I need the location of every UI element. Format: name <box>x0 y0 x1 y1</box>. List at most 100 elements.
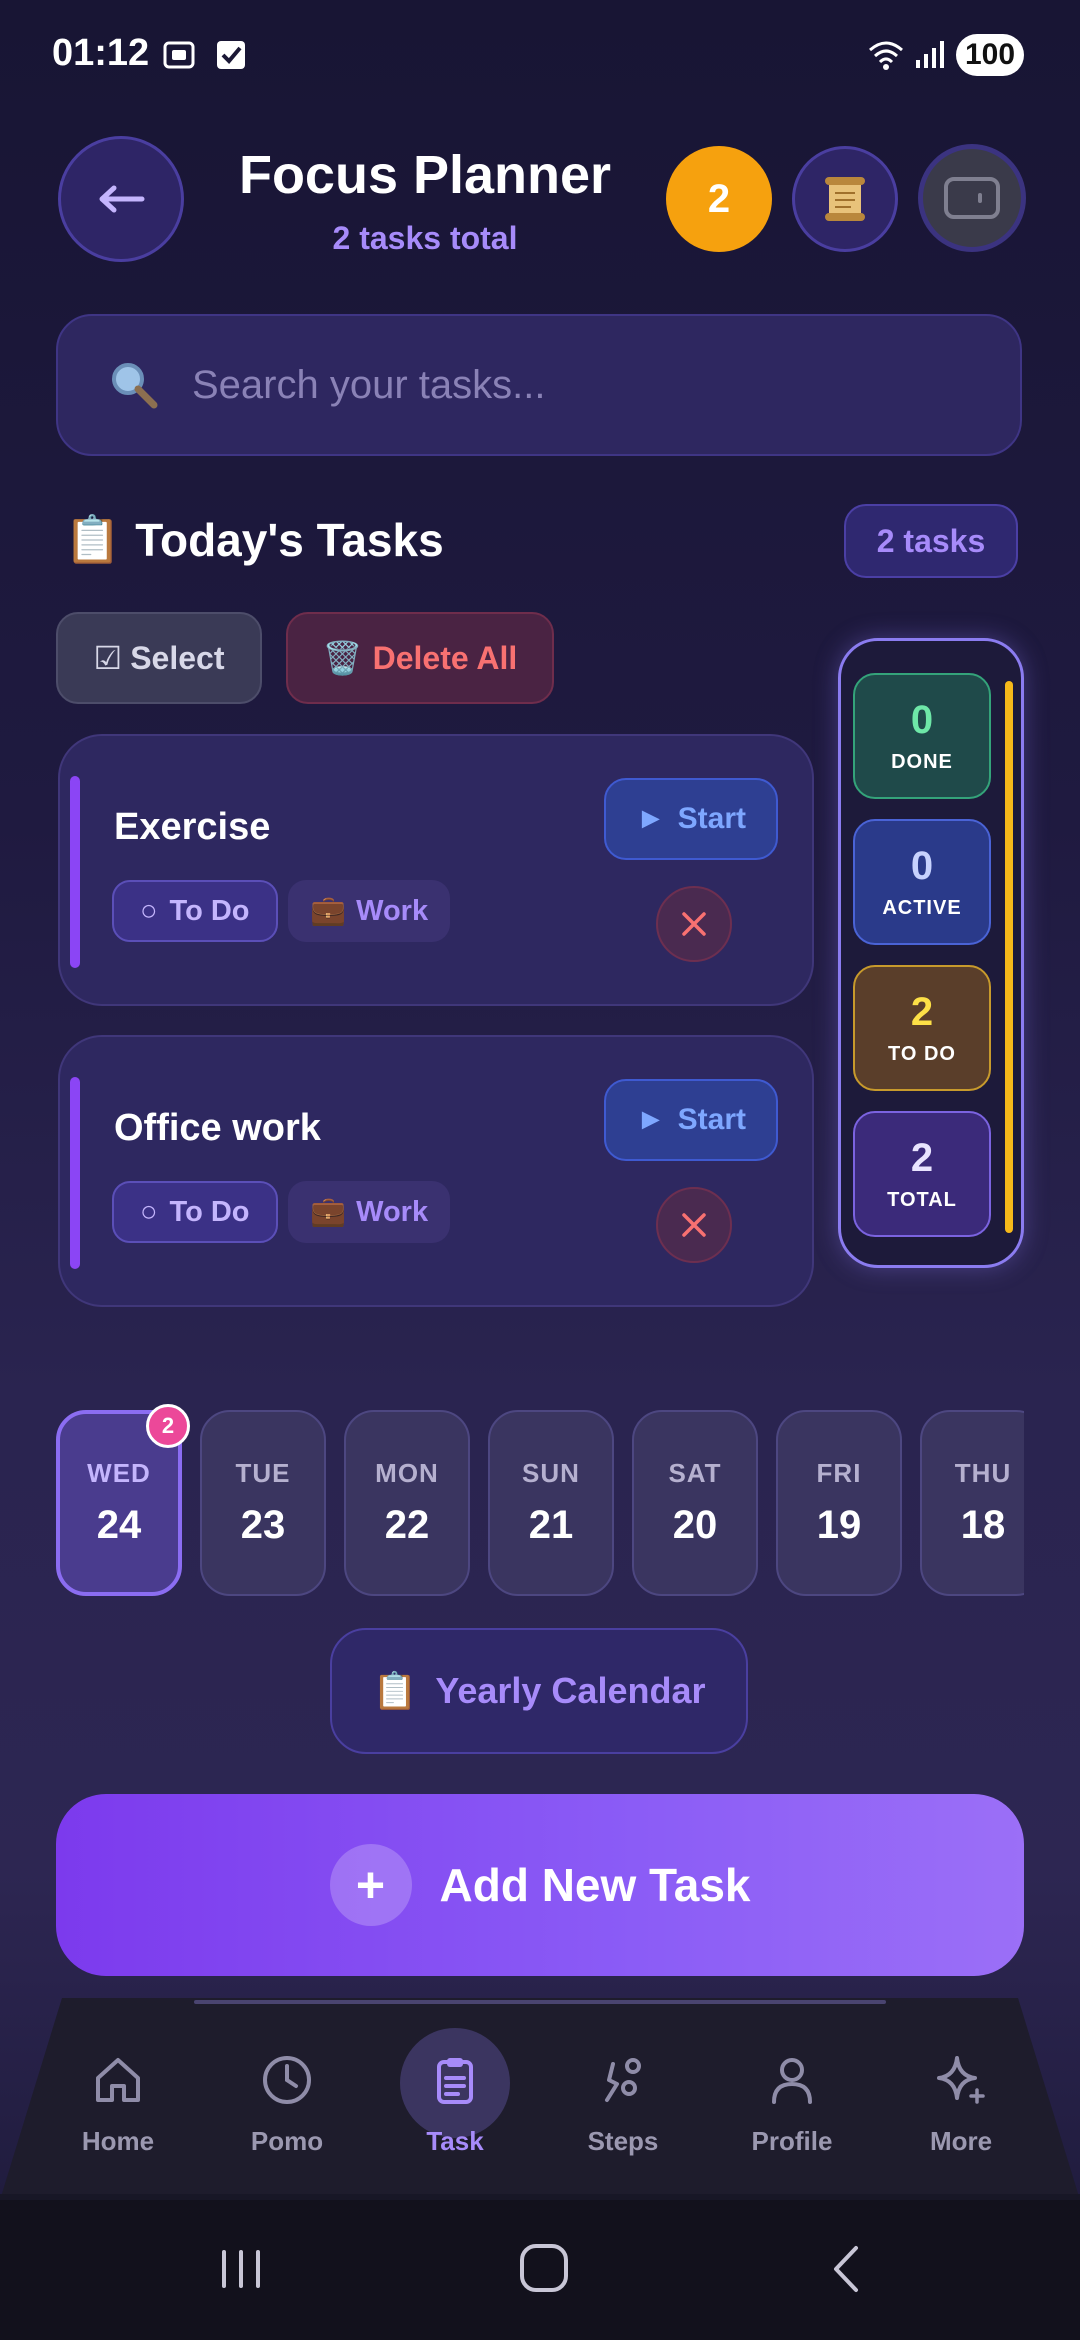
date-number: 20 <box>672 1503 718 1547</box>
home-icon <box>96 2058 140 2102</box>
play-icon: ► <box>635 802 666 835</box>
clock-icon <box>263 2056 311 2104</box>
close-icon <box>682 912 706 936</box>
circle-icon: ○ <box>140 1195 158 1228</box>
nav-item-pomo[interactable]: Pomo <box>212 2050 362 2190</box>
stat-label: TOTAL <box>887 1189 957 1211</box>
status-chip[interactable]: ○ To Do <box>112 1181 278 1243</box>
category-chip[interactable]: 💼 Work <box>288 1181 451 1243</box>
circle-icon: ○ <box>140 894 158 927</box>
nav-item-profile[interactable]: Profile <box>717 2050 867 2190</box>
stat-label: TO DO <box>888 1043 956 1065</box>
signal-icon <box>916 41 944 68</box>
sparkle-icon <box>937 2056 985 2104</box>
date-item[interactable]: MON 22 <box>344 1410 470 1596</box>
weekday-label: TUE <box>235 1458 291 1488</box>
weekday-label: MON <box>375 1458 439 1488</box>
search-input[interactable] <box>192 362 952 408</box>
home-system-icon[interactable] <box>516 2240 572 2296</box>
start-button[interactable]: ► Start <box>604 778 778 860</box>
status-label: To Do <box>169 1195 250 1228</box>
page-subtitle: 2 tasks total <box>332 220 518 256</box>
status-bar: 01:12 100 <box>0 0 1080 110</box>
tasks-count-pill: 2 tasks <box>844 504 1018 578</box>
date-number: 23 <box>240 1503 286 1547</box>
delete-all-label: Delete All <box>372 639 518 676</box>
back-system-icon[interactable] <box>822 2242 872 2296</box>
nav-item-task[interactable]: Task <box>380 2050 530 2190</box>
yearly-calendar-button[interactable]: 📋 Yearly Calendar <box>330 1628 748 1754</box>
delete-all-button[interactable]: 🗑️ Delete All <box>286 612 554 704</box>
stat-value: 0 <box>910 698 934 742</box>
date-number: 21 <box>528 1503 574 1547</box>
task-accent-bar <box>70 776 80 968</box>
nav-label: Home <box>81 2126 155 2156</box>
task-card[interactable]: Office work ○ To Do 💼 Work ► Start <box>58 1035 814 1307</box>
nav-item-home[interactable]: Home <box>43 2050 193 2190</box>
notes-button[interactable] <box>792 146 898 252</box>
remove-task-button[interactable] <box>656 1187 732 1263</box>
clipboard-emoji-icon: 📋 <box>64 513 122 565</box>
widget-button[interactable] <box>918 144 1026 252</box>
task-name: Office work <box>114 1107 321 1149</box>
stat-value: 2 <box>910 1136 934 1180</box>
tablet-icon <box>944 177 1000 219</box>
stat-done[interactable]: 0 DONE <box>853 673 991 799</box>
close-icon <box>682 1213 706 1237</box>
status-chip[interactable]: ○ To Do <box>112 880 278 942</box>
recents-icon[interactable] <box>216 2244 266 2294</box>
system-nav-bar <box>0 2200 1080 2340</box>
nav-item-steps[interactable]: Steps <box>548 2050 698 2190</box>
remove-task-button[interactable] <box>656 886 732 962</box>
status-label: To Do <box>169 894 250 927</box>
person-icon <box>772 2058 812 2104</box>
date-number: 19 <box>816 1503 862 1547</box>
steps-icon <box>605 2058 641 2102</box>
category-label: Work <box>356 1195 429 1228</box>
select-label: Select <box>130 639 225 676</box>
date-number: 18 <box>960 1503 1006 1547</box>
date-item[interactable]: SAT 20 <box>632 1410 758 1596</box>
screenshot-icon <box>163 41 195 69</box>
wifi-icon <box>869 41 903 70</box>
task-count-badge[interactable]: 2 <box>666 146 772 252</box>
date-strip[interactable]: WED 24 TUE 23 MON 22 SUN 21 SAT 20 FRI 1… <box>56 1406 1024 1600</box>
play-icon: ► <box>635 1103 666 1136</box>
nav-label: Pomo <box>250 2126 324 2156</box>
select-button[interactable]: ☑ Select <box>56 612 262 704</box>
date-item[interactable]: TUE 23 <box>200 1410 326 1596</box>
weekday-label: SUN <box>522 1458 580 1488</box>
start-label: Start <box>677 802 747 835</box>
nav-label: Task <box>426 2126 484 2156</box>
search-icon <box>112 363 158 409</box>
start-label: Start <box>677 1103 747 1136</box>
stat-active[interactable]: 0 ACTIVE <box>853 819 991 945</box>
back-button[interactable] <box>58 136 184 262</box>
scroll-icon <box>825 177 865 221</box>
page-title: Focus Planner <box>238 145 612 205</box>
date-item[interactable]: FRI 19 <box>776 1410 902 1596</box>
stat-todo[interactable]: 2 TO DO <box>853 965 991 1091</box>
status-time: 01:12 <box>52 32 150 74</box>
weekday-label: FRI <box>816 1458 862 1488</box>
nav-label: Steps <box>587 2126 659 2156</box>
weekday-label: SAT <box>668 1458 722 1488</box>
briefcase-icon: 💼 <box>310 895 347 927</box>
add-new-task-button[interactable]: + Add New Task <box>56 1794 1024 1976</box>
date-task-badge: 2 <box>146 1404 190 1448</box>
briefcase-icon: 💼 <box>310 1196 347 1228</box>
add-new-task-label: Add New Task <box>439 1859 751 1911</box>
search-bar[interactable] <box>56 314 1022 456</box>
date-item[interactable]: SUN 21 <box>488 1410 614 1596</box>
date-number: 22 <box>384 1503 430 1547</box>
nav-item-more[interactable]: More <box>886 2050 1036 2190</box>
clipboard-emoji-icon: 📋 <box>372 1670 418 1711</box>
battery-indicator: 100 <box>956 34 1024 76</box>
task-card[interactable]: Exercise ○ To Do 💼 Work ► Start <box>58 734 814 1006</box>
nav-divider <box>194 2000 886 2004</box>
start-button[interactable]: ► Start <box>604 1079 778 1161</box>
checkbox-notification-icon <box>217 41 245 69</box>
stat-total[interactable]: 2 TOTAL <box>853 1111 991 1237</box>
date-item[interactable]: THU 18 <box>920 1410 1024 1596</box>
category-chip[interactable]: 💼 Work <box>288 880 451 942</box>
